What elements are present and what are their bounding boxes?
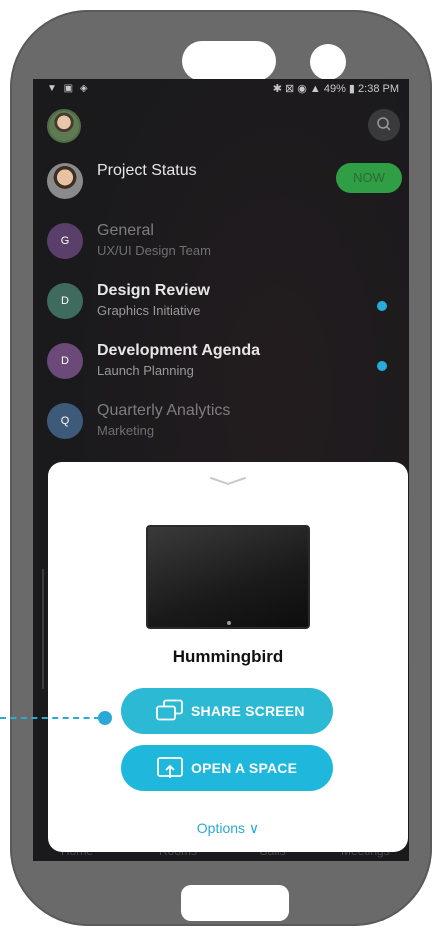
display-device-image bbox=[146, 525, 310, 629]
share-screen-label: SHARE SCREEN bbox=[191, 703, 305, 719]
share-screen-button[interactable]: SHARE SCREEN bbox=[121, 688, 333, 734]
device-name: Hummingbird bbox=[172, 647, 284, 666]
phone-speaker bbox=[182, 41, 276, 81]
list-item-general[interactable]: G General UX/UI Design Team bbox=[33, 215, 409, 271]
list-item-title: Development Agenda bbox=[97, 342, 260, 359]
unread-dot bbox=[377, 301, 387, 311]
edge-indicator bbox=[42, 569, 44, 689]
unread-dot bbox=[377, 361, 387, 371]
options-link[interactable]: Options ∨ bbox=[48, 820, 408, 837]
open-space-button[interactable]: OPEN A SPACE bbox=[121, 745, 333, 791]
profile-avatar[interactable] bbox=[47, 109, 81, 143]
now-badge[interactable]: NOW bbox=[336, 163, 402, 193]
avatar: D bbox=[47, 283, 83, 319]
search-icon[interactable] bbox=[368, 109, 400, 141]
list-item-subtitle: Marketing bbox=[97, 423, 155, 438]
device-bottom-sheet: Hummingbird SHARE SCREEN OPEN A SPACE Op… bbox=[48, 462, 408, 852]
chevron-down-icon[interactable] bbox=[209, 476, 247, 486]
status-left-icons: ▼ ▣ ◈ bbox=[47, 83, 90, 94]
open-space-label: OPEN A SPACE bbox=[191, 760, 298, 776]
list-item-subtitle: UX/UI Design Team bbox=[97, 243, 211, 258]
share-screen-icon bbox=[156, 699, 183, 721]
list-item-project-status[interactable]: Project Status NOW bbox=[33, 155, 409, 211]
list-item-development-agenda[interactable]: D Development Agenda Launch Planning bbox=[33, 335, 409, 391]
avatar: Q bbox=[47, 403, 83, 439]
list-item-subtitle: Launch Planning bbox=[97, 363, 194, 378]
list-item-quarterly-analytics[interactable]: Q Quarterly Analytics Marketing bbox=[33, 395, 409, 451]
list-item-subtitle: Graphics Initiative bbox=[97, 303, 201, 318]
list-item-design-review[interactable]: D Design Review Graphics Initiative bbox=[33, 275, 409, 331]
status-bar: ▼ ▣ ◈ ✱ ⊠ ◉ ▲ 49% ▮ 2:38 PM bbox=[33, 79, 409, 99]
callout-dot bbox=[98, 711, 112, 725]
phone-camera bbox=[310, 44, 346, 80]
open-space-icon bbox=[157, 757, 183, 778]
avatar: G bbox=[47, 223, 83, 259]
list-item-title: Project Status bbox=[97, 162, 197, 179]
list-item-title: Quarterly Analytics bbox=[97, 402, 231, 419]
tv-camera-dot bbox=[227, 621, 231, 625]
list-item-title: Design Review bbox=[97, 282, 210, 299]
phone-home-button[interactable] bbox=[181, 885, 289, 921]
avatar: D bbox=[47, 343, 83, 379]
list-item-title: General bbox=[97, 222, 154, 239]
callout-line bbox=[0, 717, 100, 719]
status-right-info: ✱ ⊠ ◉ ▲ 49% ▮ 2:38 PM bbox=[272, 83, 399, 95]
avatar bbox=[47, 163, 83, 199]
